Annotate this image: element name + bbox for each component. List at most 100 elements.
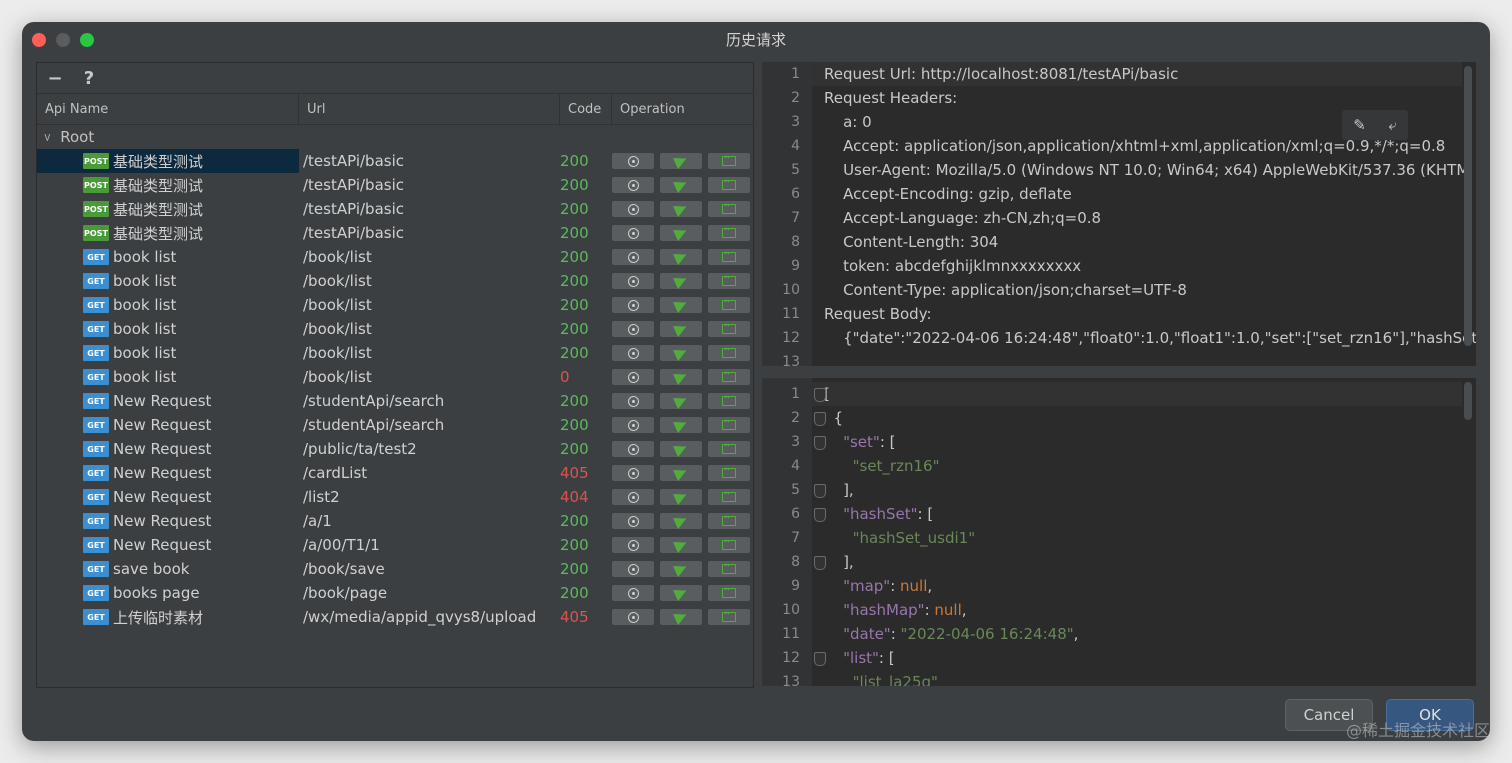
table-row[interactable]: GET New Request/public/ta/test2 200	[37, 437, 753, 461]
help-button[interactable]: ?	[79, 68, 99, 89]
resend-button[interactable]	[660, 537, 702, 553]
view-button[interactable]	[612, 201, 654, 217]
column-header-code[interactable]: Code	[560, 94, 612, 124]
resend-button[interactable]	[660, 609, 702, 625]
fold-marker-icon[interactable]	[814, 412, 826, 426]
vertical-scrollbar[interactable]	[1464, 382, 1472, 420]
resend-button[interactable]	[660, 561, 702, 577]
magic-wand-icon[interactable]: ✎	[1353, 116, 1366, 134]
resend-button[interactable]	[660, 345, 702, 361]
view-button[interactable]	[612, 345, 654, 361]
fold-marker-icon[interactable]	[814, 508, 826, 522]
table-row[interactable]: POST 基础类型测试/testAPi/basic 200	[37, 149, 753, 173]
view-button[interactable]	[612, 225, 654, 241]
close-window-button[interactable]	[32, 33, 46, 47]
table-row[interactable]: GET book list/book/list 200	[37, 317, 753, 341]
vertical-scrollbar[interactable]	[1464, 66, 1472, 346]
table-row[interactable]: GET save book/book/save 200	[37, 557, 753, 581]
resend-button[interactable]	[660, 369, 702, 385]
comment-button[interactable]	[708, 295, 750, 313]
resend-button[interactable]	[660, 177, 702, 193]
fold-marker-icon[interactable]	[814, 436, 826, 450]
table-row[interactable]: GET New Request/a/00/T1/1 200	[37, 533, 753, 557]
request-detail-editor[interactable]: 1 Request Url: http://localhost:8081/test…	[762, 62, 1476, 366]
table-row[interactable]: GET New Request/studentApi/search 200	[37, 389, 753, 413]
resend-button[interactable]	[660, 489, 702, 505]
table-row[interactable]: GET New Request/cardList 405	[37, 461, 753, 485]
resend-button[interactable]	[660, 153, 702, 169]
chevron-down-icon[interactable]: >	[41, 132, 54, 141]
table-row[interactable]: GET New Request/a/1 200	[37, 509, 753, 533]
view-button[interactable]	[612, 369, 654, 385]
fold-marker-icon[interactable]	[814, 652, 826, 666]
view-button[interactable]	[612, 609, 654, 625]
comment-button[interactable]	[708, 319, 750, 337]
view-button[interactable]	[612, 489, 654, 505]
comment-button[interactable]	[708, 223, 750, 241]
table-row[interactable]: GET book list/book/list 0	[37, 365, 753, 389]
view-button[interactable]	[612, 561, 654, 577]
resend-button[interactable]	[660, 201, 702, 217]
comment-button[interactable]	[708, 463, 750, 481]
response-json-editor[interactable]: 1[2 {3 "set": [4 "set_rzn16" 5 ], 6 "hashS…	[762, 378, 1476, 686]
comment-button[interactable]	[708, 511, 750, 529]
comment-button[interactable]	[708, 175, 750, 193]
comment-button[interactable]	[708, 343, 750, 361]
table-row[interactable]: POST 基础类型测试/testAPi/basic 200	[37, 197, 753, 221]
fold-marker-icon[interactable]	[814, 556, 826, 570]
view-button[interactable]	[612, 177, 654, 193]
view-button[interactable]	[612, 321, 654, 337]
column-header-url[interactable]: Url	[299, 94, 560, 124]
table-row[interactable]: GET books page/book/page 200	[37, 581, 753, 605]
maximize-window-button[interactable]	[80, 33, 94, 47]
remove-button[interactable]: −	[45, 68, 65, 89]
table-row[interactable]: GET book list/book/list 200	[37, 293, 753, 317]
resend-button[interactable]	[660, 513, 702, 529]
fold-marker-icon[interactable]	[814, 388, 826, 402]
comment-button[interactable]	[708, 151, 750, 169]
resend-button[interactable]	[660, 321, 702, 337]
tree-root[interactable]: > Root	[37, 125, 753, 149]
fold-marker-icon[interactable]	[814, 484, 826, 498]
comment-button[interactable]	[708, 583, 750, 601]
view-button[interactable]	[612, 465, 654, 481]
table-row[interactable]: POST 基础类型测试/testAPi/basic 200	[37, 221, 753, 245]
comment-button[interactable]	[708, 607, 750, 625]
table-row[interactable]: GET book list/book/list 200	[37, 245, 753, 269]
view-button[interactable]	[612, 297, 654, 313]
resend-button[interactable]	[660, 465, 702, 481]
table-row[interactable]: POST 基础类型测试/testAPi/basic 200	[37, 173, 753, 197]
soft-wrap-icon[interactable]: ⤶	[1388, 116, 1396, 134]
view-button[interactable]	[612, 441, 654, 457]
view-button[interactable]	[612, 513, 654, 529]
table-row[interactable]: GET New Request/list2 404	[37, 485, 753, 509]
comment-button[interactable]	[708, 535, 750, 553]
comment-button[interactable]	[708, 199, 750, 217]
view-button[interactable]	[612, 153, 654, 169]
comment-button[interactable]	[708, 391, 750, 409]
resend-button[interactable]	[660, 225, 702, 241]
column-header-api-name[interactable]: Api Name	[37, 94, 299, 124]
view-button[interactable]	[612, 273, 654, 289]
resend-button[interactable]	[660, 441, 702, 457]
resend-button[interactable]	[660, 297, 702, 313]
view-button[interactable]	[612, 393, 654, 409]
table-row[interactable]: GET New Request/studentApi/search 200	[37, 413, 753, 437]
comment-button[interactable]	[708, 367, 750, 385]
view-button[interactable]	[612, 249, 654, 265]
resend-button[interactable]	[660, 417, 702, 433]
comment-button[interactable]	[708, 487, 750, 505]
comment-button[interactable]	[708, 559, 750, 577]
resend-button[interactable]	[660, 273, 702, 289]
resend-button[interactable]	[660, 393, 702, 409]
column-header-operation[interactable]: Operation	[612, 94, 753, 124]
table-row[interactable]: GET 上传临时素材/wx/media/appid_qvys8/upload 405	[37, 605, 753, 629]
comment-button[interactable]	[708, 247, 750, 265]
comment-button[interactable]	[708, 439, 750, 457]
resend-button[interactable]	[660, 249, 702, 265]
view-button[interactable]	[612, 417, 654, 433]
view-button[interactable]	[612, 585, 654, 601]
comment-button[interactable]	[708, 415, 750, 433]
comment-button[interactable]	[708, 271, 750, 289]
table-row[interactable]: GET book list/book/list 200	[37, 269, 753, 293]
